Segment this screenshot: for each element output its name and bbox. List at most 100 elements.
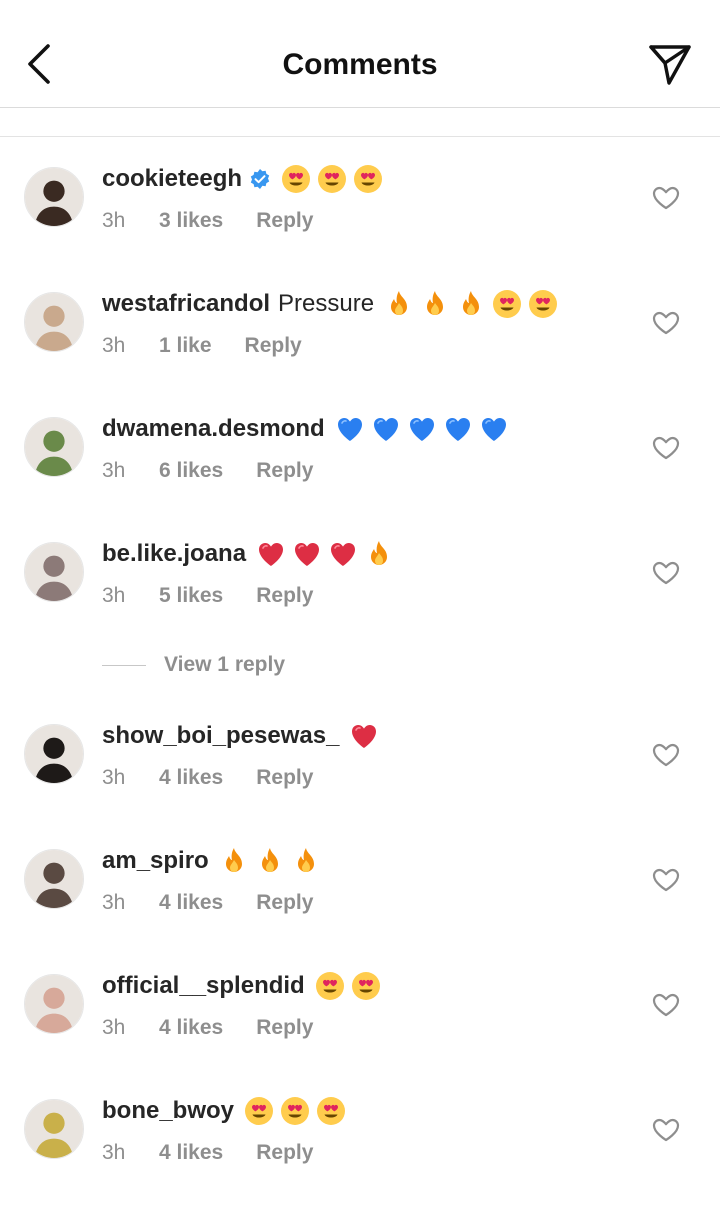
share-button[interactable] bbox=[644, 40, 696, 90]
heart-eyes-icon bbox=[244, 1096, 274, 1126]
red-heart-icon bbox=[292, 539, 322, 569]
reply-button[interactable]: Reply bbox=[245, 334, 302, 358]
comment-likes[interactable]: 4 likes bbox=[159, 1016, 223, 1040]
comment-row: be.like.joana 3h 5 likes Reply bbox=[0, 539, 720, 652]
top-bar: Comments bbox=[0, 0, 720, 108]
comment-emojis bbox=[244, 1096, 352, 1126]
heart-eyes-icon bbox=[353, 164, 383, 194]
comment-username[interactable]: official__splendid bbox=[102, 972, 305, 1000]
comment-emojis bbox=[315, 971, 387, 1001]
heart-eyes-icon bbox=[315, 971, 345, 1001]
comment-line: bone_bwoy bbox=[102, 1089, 352, 1133]
comment-likes[interactable]: 5 likes bbox=[159, 584, 223, 608]
heart-icon[interactable] bbox=[652, 186, 680, 210]
comment-meta: 3h 6 likes Reply bbox=[102, 459, 313, 483]
comment-time: 3h bbox=[102, 334, 126, 357]
comment-emojis bbox=[349, 721, 385, 751]
comment-likes[interactable]: 6 likes bbox=[159, 459, 223, 483]
avatar[interactable] bbox=[24, 724, 84, 784]
comment-line: am_spiro bbox=[102, 839, 327, 883]
red-heart-icon bbox=[349, 721, 379, 751]
comment-text: Pressure bbox=[278, 290, 375, 317]
comment-line: cookieteegh bbox=[102, 157, 389, 201]
comment-likes[interactable]: 1 like bbox=[159, 334, 212, 358]
comment-username[interactable]: dwamena.desmond bbox=[102, 415, 325, 443]
blue-heart-icon bbox=[371, 414, 401, 444]
comment-meta: 3h 4 likes Reply bbox=[102, 766, 313, 790]
heart-icon[interactable] bbox=[652, 743, 680, 767]
fire-icon bbox=[364, 539, 394, 569]
heart-eyes-icon bbox=[528, 289, 558, 319]
fire-icon bbox=[219, 846, 249, 876]
comment-username[interactable]: show_boi_pesewas_ bbox=[102, 722, 339, 750]
comment-emojis bbox=[384, 289, 564, 319]
heart-icon[interactable] bbox=[652, 868, 680, 892]
comment-likes[interactable]: 4 likes bbox=[159, 1141, 223, 1165]
paper-plane-icon bbox=[649, 45, 691, 85]
comment-time: 3h bbox=[102, 1016, 126, 1039]
view-replies-button[interactable]: View 1 reply bbox=[102, 652, 285, 678]
avatar[interactable] bbox=[24, 1099, 84, 1159]
comment-likes[interactable]: 3 likes bbox=[159, 209, 223, 233]
comment-time: 3h bbox=[102, 459, 126, 482]
heart-eyes-icon bbox=[281, 164, 311, 194]
reply-button[interactable]: Reply bbox=[256, 584, 313, 608]
comment-username[interactable]: cookieteegh bbox=[102, 165, 242, 193]
view-replies-label: View 1 reply bbox=[164, 653, 286, 676]
heart-eyes-icon bbox=[317, 164, 347, 194]
fire-icon bbox=[420, 289, 450, 319]
comment-meta: 3h 1 like Reply bbox=[102, 334, 302, 358]
avatar[interactable] bbox=[24, 292, 84, 352]
comment-time: 3h bbox=[102, 584, 126, 607]
reply-button[interactable]: Reply bbox=[256, 891, 313, 915]
comment-row: official__splendid 3h 4 likes Reply bbox=[0, 972, 720, 1084]
fire-icon bbox=[255, 846, 285, 876]
heart-icon[interactable] bbox=[652, 561, 680, 585]
comment-line: westafricandol Pressure bbox=[102, 282, 564, 326]
reply-button[interactable]: Reply bbox=[256, 1016, 313, 1040]
comment-likes[interactable]: 4 likes bbox=[159, 891, 223, 915]
heart-icon[interactable] bbox=[652, 436, 680, 460]
comment-meta: 3h 4 likes Reply bbox=[102, 1016, 313, 1040]
comment-likes[interactable]: 4 likes bbox=[159, 766, 223, 790]
divider bbox=[0, 136, 720, 137]
comment-meta: 3h 3 likes Reply bbox=[102, 209, 313, 233]
avatar[interactable] bbox=[24, 417, 84, 477]
comment-row: show_boi_pesewas_ 3h 4 likes Reply bbox=[0, 722, 720, 834]
page-title: Comments bbox=[282, 48, 438, 81]
heart-eyes-icon bbox=[492, 289, 522, 319]
avatar[interactable] bbox=[24, 542, 84, 602]
blue-heart-icon bbox=[443, 414, 473, 444]
heart-icon[interactable] bbox=[652, 311, 680, 335]
red-heart-icon bbox=[328, 539, 358, 569]
heart-icon[interactable] bbox=[652, 1118, 680, 1142]
reply-button[interactable]: Reply bbox=[256, 766, 313, 790]
comment-meta: 3h 4 likes Reply bbox=[102, 891, 313, 915]
comment-meta: 3h 4 likes Reply bbox=[102, 1141, 313, 1165]
comment-time: 3h bbox=[102, 1141, 126, 1164]
comment-line: official__splendid bbox=[102, 964, 387, 1008]
comment-line: show_boi_pesewas_ bbox=[102, 714, 385, 758]
comment-row: cookieteegh 3h 3 likes Reply bbox=[0, 165, 720, 277]
comment-row: am_spiro 3h 4 likes Reply bbox=[0, 847, 720, 959]
comment-emojis bbox=[219, 846, 327, 876]
reply-button[interactable]: Reply bbox=[256, 209, 313, 233]
avatar[interactable] bbox=[24, 974, 84, 1034]
comment-row: westafricandol Pressure 3h 1 like Reply bbox=[0, 290, 720, 402]
replies-line bbox=[102, 664, 146, 666]
comment-row: dwamena.desmond 3h 6 likes Reply bbox=[0, 414, 720, 527]
heart-eyes-icon bbox=[351, 971, 381, 1001]
avatar[interactable] bbox=[24, 167, 84, 227]
fire-icon bbox=[456, 289, 486, 319]
reply-button[interactable]: Reply bbox=[256, 1141, 313, 1165]
comment-row: bone_bwoy 3h 4 likes Reply bbox=[0, 1097, 720, 1209]
reply-button[interactable]: Reply bbox=[256, 459, 313, 483]
comment-username[interactable]: westafricandol bbox=[102, 290, 270, 318]
comment-username[interactable]: bone_bwoy bbox=[102, 1097, 234, 1125]
comment-time: 3h bbox=[102, 209, 126, 232]
avatar[interactable] bbox=[24, 849, 84, 909]
verified-badge-icon bbox=[249, 168, 271, 190]
heart-icon[interactable] bbox=[652, 993, 680, 1017]
comment-username[interactable]: be.like.joana bbox=[102, 540, 246, 568]
comment-username[interactable]: am_spiro bbox=[102, 847, 209, 875]
